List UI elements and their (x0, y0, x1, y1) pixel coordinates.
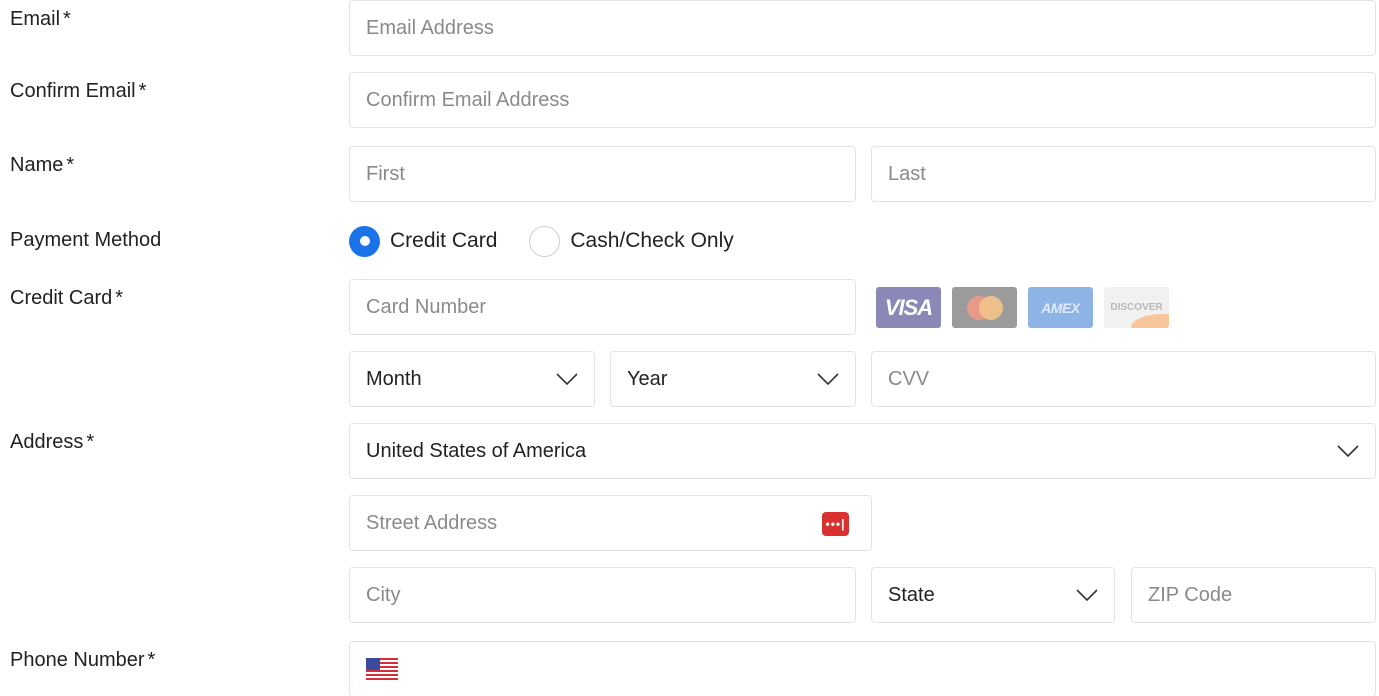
email-label: Email * (10, 8, 71, 30)
payment-method-label: Payment Method (10, 229, 162, 251)
last-name-field-container (871, 146, 1376, 202)
state-select-value: State (888, 583, 935, 606)
street-address-field-container: •••| (349, 495, 872, 551)
payment-method-group: Credit Card Cash/Check Only (349, 224, 766, 258)
card-brand-logos: VISA AMEX DISCOVER (876, 287, 1169, 328)
month-select-value: Month (366, 367, 422, 390)
country-select[interactable]: United States of America (349, 423, 1376, 479)
mastercard-logo (952, 287, 1017, 328)
confirm-email-label: Confirm Email * (10, 80, 147, 102)
year-select[interactable]: Year (610, 351, 856, 407)
first-name-field-container (349, 146, 856, 202)
state-select[interactable]: State (871, 567, 1115, 623)
card-number-field-container (349, 279, 856, 335)
confirm-email-field[interactable] (366, 88, 1375, 112)
us-flag-icon[interactable] (366, 658, 398, 680)
name-label: Name * (10, 154, 75, 176)
chevron-down-icon (1337, 445, 1359, 457)
phone-field-container (349, 641, 1376, 696)
cvv-field[interactable] (888, 367, 1375, 391)
cvv-field-container (871, 351, 1376, 407)
mastercard-icon (966, 295, 1003, 320)
credit-card-radio[interactable] (349, 225, 380, 257)
street-address-field[interactable] (366, 511, 871, 535)
city-field[interactable] (366, 583, 855, 607)
zip-field[interactable] (1148, 583, 1375, 607)
discover-logo: DISCOVER (1104, 287, 1169, 328)
year-select-value: Year (627, 367, 668, 390)
visa-logo: VISA (876, 287, 941, 328)
email-field-container (349, 0, 1376, 56)
chevron-down-icon (817, 373, 839, 385)
confirm-email-field-container (349, 72, 1376, 128)
zip-field-container (1131, 567, 1376, 623)
password-manager-icon[interactable]: •••| (822, 512, 849, 536)
address-label: Address * (10, 431, 95, 453)
city-field-container (349, 567, 856, 623)
phone-number-label: Phone Number * (10, 649, 156, 671)
first-name-field[interactable] (366, 162, 855, 186)
chevron-down-icon (1076, 589, 1098, 601)
card-number-field[interactable] (366, 295, 855, 319)
credit-card-label: Credit Card * (10, 287, 124, 309)
month-select[interactable]: Month (349, 351, 595, 407)
cash-check-radio-label[interactable]: Cash/Check Only (570, 229, 733, 253)
cash-check-radio[interactable] (529, 225, 561, 257)
phone-number-field[interactable] (408, 657, 1375, 681)
email-field[interactable] (366, 16, 1375, 40)
credit-card-radio-label[interactable]: Credit Card (390, 229, 497, 253)
amex-logo: AMEX (1028, 287, 1093, 328)
country-select-value: United States of America (366, 439, 587, 462)
chevron-down-icon (556, 373, 578, 385)
last-name-field[interactable] (888, 162, 1375, 186)
